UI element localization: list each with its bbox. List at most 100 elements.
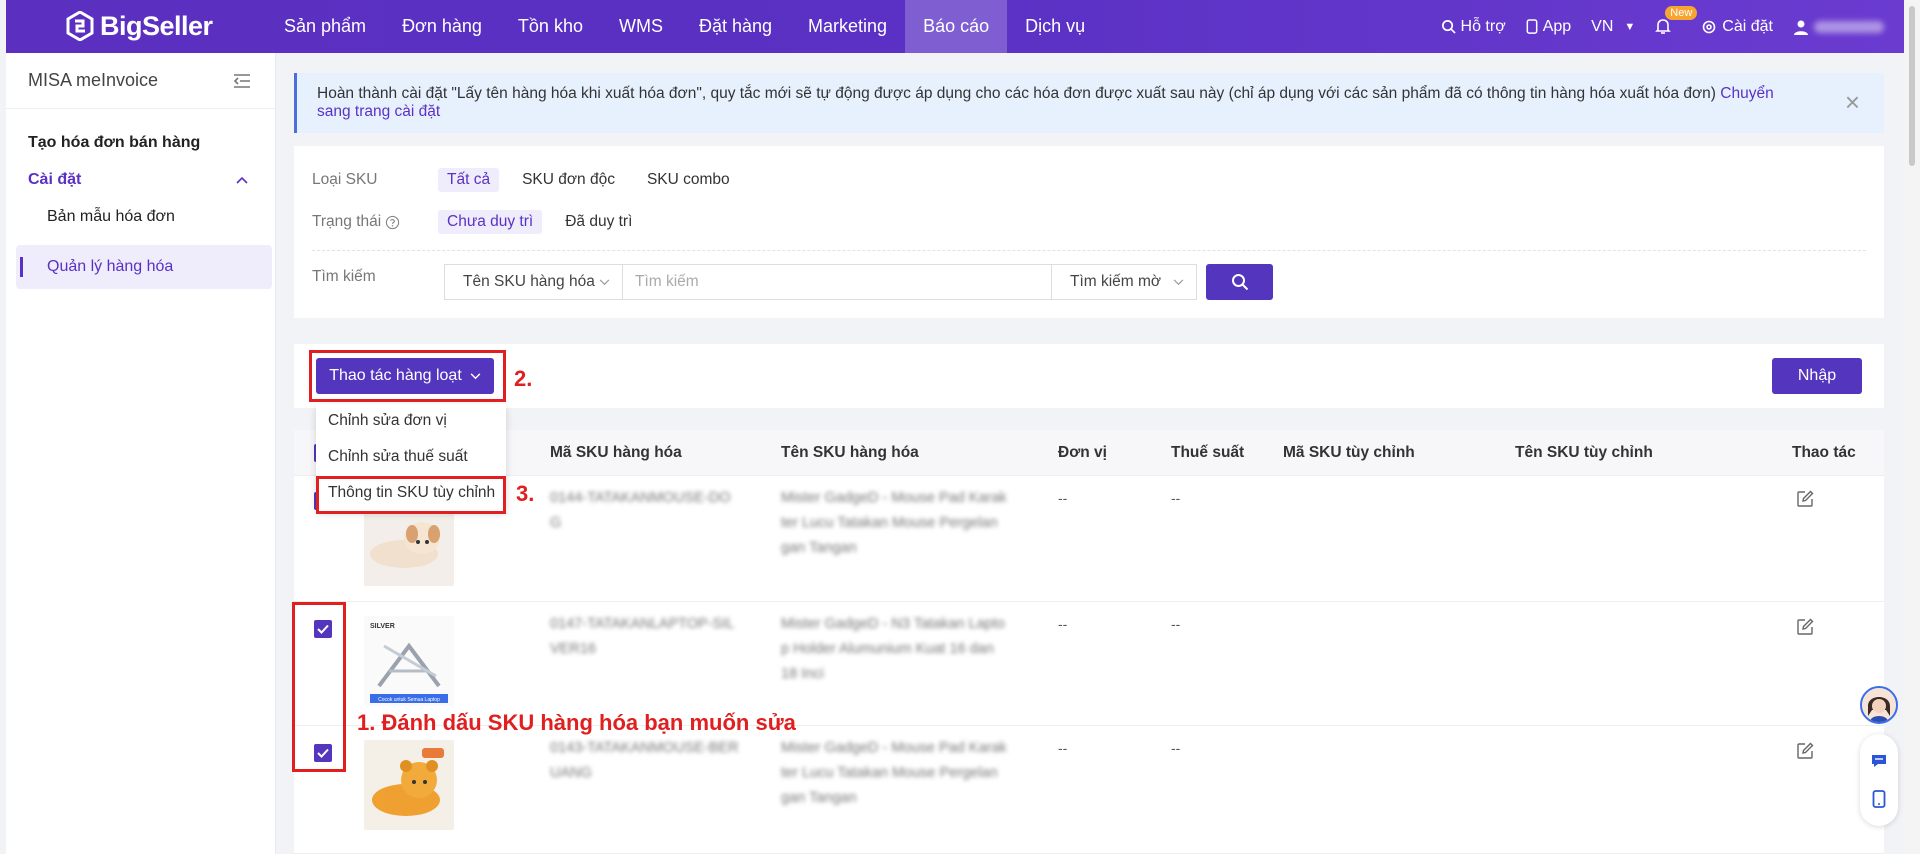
top-navbar: BigSeller Sản phẩm Đơn hàng Tồn kho WMS … [6,0,1904,53]
bigseller-logo-icon [66,11,94,41]
settings-label: Cài đặt [1722,17,1773,35]
unit-value: -- [1058,490,1068,506]
collapse-menu-icon[interactable] [233,73,251,89]
scrollbar-thumb[interactable] [1909,6,1915,166]
filter-panel: Loại SKU Tất cả SKU đơn độc SKU combo Tr… [294,146,1884,318]
user-icon [1794,20,1808,35]
col-actions: Thao tác [1792,444,1856,461]
col-custom-sku-name: Tên SKU tùy chỉnh [1515,444,1653,461]
settings-link[interactable]: Cài đặt [1701,18,1773,36]
nav-products[interactable]: Sản phẩm [266,0,384,53]
annotation-box-custom-sku [316,476,506,514]
thumb-caption: Cocok untuk Semua Laptop [378,697,440,703]
close-icon[interactable]: × [1845,89,1860,115]
chevron-down-icon [599,278,610,285]
help-icon[interactable] [385,215,400,230]
search-button[interactable] [1206,264,1273,300]
nav-marketing[interactable]: Marketing [790,0,905,53]
search-field-select[interactable]: Tên SKU hàng hóa [444,264,623,300]
app-link[interactable]: App [1526,18,1571,36]
name-line: Mister GadgeD - Mouse Pad Karak [781,740,1007,756]
sku-type-filter: Loại SKU Tất cả SKU đơn độc SKU combo [312,168,753,192]
tax-value: -- [1171,740,1181,756]
thumb-silver-text: SILVER [370,623,395,630]
tax-value: -- [1171,616,1181,632]
user-menu[interactable] [1793,19,1884,35]
unit-value: -- [1058,616,1068,632]
name-line: Mister GadgeD - N3 Tatakan Lapto [781,616,1005,632]
support-link[interactable]: Hỗ trợ [1441,18,1506,36]
search-icon [1231,274,1248,291]
info-notice: Hoàn thành cài đặt "Lấy tên hàng hóa khi… [294,73,1884,133]
notifications-button[interactable]: New [1655,6,1698,35]
search-input[interactable] [623,264,1051,300]
sku-type-label: Loại SKU [312,171,378,188]
col-sku-name: Tên SKU hàng hóa [781,444,919,461]
language-selector[interactable]: VN ▼ [1591,18,1635,36]
col-custom-sku-code: Mã SKU tùy chỉnh [1283,444,1415,461]
sidebar: MISA meInvoice Tạo hóa đơn bán hàng Cài … [6,53,276,854]
name-line: ter Lucu Tatakan Mouse Pergelan [781,765,998,781]
new-badge: New [1665,6,1698,20]
nav-services[interactable]: Dịch vụ [1007,0,1103,53]
sku-line: G [550,515,562,531]
menu-item-edit-tax[interactable]: Chỉnh sửa thuế suất [328,448,468,466]
sku-type-all[interactable]: Tất cả [438,168,500,192]
chat-icon[interactable] [1870,752,1888,770]
floating-tools [1860,734,1898,826]
status-label-wrap: Trạng thái [312,213,438,231]
search-row-label: Tìm kiếm [312,268,438,286]
agent-avatar-icon [1862,688,1896,722]
name-line: ter Lucu Tatakan Mouse Pergelan [781,515,998,531]
name-line: Mister GadgeD - Mouse Pad Karak [781,490,1007,506]
table-toolbar: Thao tác hàng loạt Nhập [294,344,1884,408]
sku-line: UANG [550,765,592,781]
support-avatar[interactable] [1860,686,1898,724]
edit-icon[interactable] [1796,742,1814,760]
mobile-icon[interactable] [1872,790,1886,808]
menu-item-edit-unit[interactable]: Chỉnh sửa đơn vị [328,412,447,430]
nav-inventory[interactable]: Tồn kho [500,0,601,53]
annotation-box-checkboxes [292,602,346,772]
sku-code-blurred: 0144-TATAKANMOUSE-DO G [550,486,730,536]
sku-code-blurred: 0143-TATAKANMOUSE-BER UANG [550,736,739,786]
sku-code-blurred: 0147-TATAKANLAPTOP-SIL VER16 [550,612,734,662]
name-line: gan Tangan [781,540,857,556]
col-sku-code: Mã SKU hàng hóa [550,444,682,461]
gear-icon [1702,20,1716,33]
product-thumbnail [364,740,454,830]
edit-icon[interactable] [1796,618,1814,636]
search-field-value: Tên SKU hàng hóa [463,273,595,290]
search-bar: Tên SKU hàng hóa Tìm kiếm mờ [444,264,1273,300]
import-button[interactable]: Nhập [1772,358,1862,394]
nav-reports[interactable]: Báo cáo [905,0,1008,53]
notice-text: Hoàn thành cài đặt "Lấy tên hàng hóa khi… [317,85,1716,102]
status-maintained[interactable]: Đã duy trì [556,210,641,234]
brand-name: BigSeller [100,10,213,41]
user-name-blurred [1814,20,1884,33]
search-icon [1441,20,1456,34]
language-label: VN [1591,17,1614,35]
edit-icon[interactable] [1796,490,1814,508]
sku-line: VER16 [550,641,596,657]
nav-wms[interactable]: WMS [601,0,681,53]
nav-orders[interactable]: Đơn hàng [384,0,500,53]
sidebar-group-label: Cài đặt [28,171,82,188]
page-scrollbar[interactable] [1904,0,1920,854]
name-line: 18 Inci [781,666,824,682]
sku-type-combo[interactable]: SKU combo [638,168,739,192]
status-not-maintained[interactable]: Chưa duy trì [438,210,543,234]
bigseller-logo[interactable]: BigSeller [66,10,213,42]
annotation-step1: 1. Đánh dấu SKU hàng hóa bạn muốn sửa [357,710,796,735]
sidebar-header: MISA meInvoice [6,53,275,109]
sku-line: 0147-TATAKANLAPTOP-SIL [550,616,735,632]
sku-type-single[interactable]: SKU đơn độc [513,168,624,192]
search-mode-select[interactable]: Tìm kiếm mờ [1051,264,1197,300]
sidebar-item-product-management[interactable]: Quản lý hàng hóa [16,245,272,289]
filter-divider [312,250,1866,251]
caret-down-icon: ▼ [1624,20,1636,33]
name-line: gan Tangan [781,790,857,806]
nav-purchase[interactable]: Đặt hàng [681,0,790,53]
table-header: Mã SKU hàng hóa Tên SKU hàng hóa Đơn vị … [294,430,1884,476]
name-line: p Holder Alumunium Kuat 16 dan [781,641,994,657]
